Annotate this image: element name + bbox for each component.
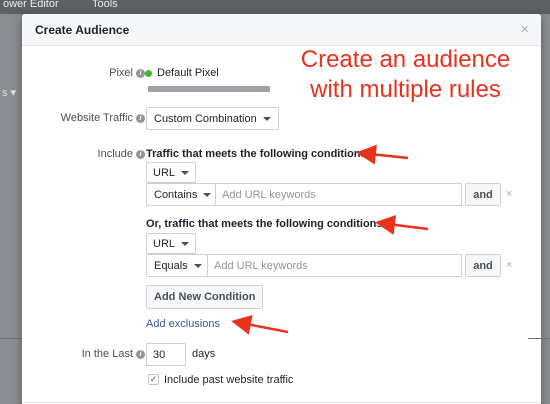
include-label: Include i	[98, 148, 145, 160]
background-toolbar: ower Editor Tools	[0, 0, 550, 14]
chevron-down-icon	[262, 116, 271, 121]
pixel-status-dot	[145, 70, 152, 77]
website-traffic-selected: Custom Combination	[154, 112, 257, 125]
info-icon[interactable]: i	[136, 69, 145, 78]
in-the-last-label: In the Last i	[82, 348, 145, 360]
rule-1-and-button[interactable]: and	[465, 183, 501, 206]
rule-1-operator-dropdown[interactable]: Contains	[146, 183, 216, 206]
chevron-down-icon	[181, 241, 190, 246]
add-new-condition-button[interactable]: Add New Condition	[146, 285, 264, 309]
annotation-line-1: Create an audience	[300, 46, 511, 73]
rule-group-1-heading: Traffic that meets the following conditi…	[146, 148, 371, 160]
bg-left-fragment: s ▾	[2, 87, 17, 99]
pixel-label: Pixel i	[109, 67, 145, 79]
chevron-down-icon	[181, 170, 190, 175]
redacted-pixel-id	[148, 86, 270, 92]
rule-group-2-heading: Or, traffic that meets the following con…	[146, 218, 387, 230]
info-icon[interactable]: i	[136, 350, 145, 359]
rule-1-url-input[interactable]: Add URL keywords	[215, 183, 462, 206]
footer-divider	[22, 402, 541, 403]
rule-2-operator-dropdown[interactable]: Equals	[146, 254, 208, 277]
bg-power-editor: ower Editor	[3, 0, 59, 10]
remove-rule-1-icon[interactable]: ×	[506, 188, 512, 200]
include-past-checkbox[interactable]: ✓	[148, 374, 159, 385]
chevron-down-icon	[203, 192, 212, 197]
add-exclusions-link[interactable]: Add exclusions	[146, 318, 220, 330]
days-unit: days	[192, 348, 216, 360]
bg-divider-right	[528, 338, 550, 339]
modal-title: Create Audience	[35, 23, 130, 37]
rule-1-field-dropdown[interactable]: URL	[146, 162, 197, 183]
annotation-text: Create an audience with multiple rules	[263, 45, 548, 105]
rule-2-field-dropdown[interactable]: URL	[146, 233, 197, 254]
rule-2-and-button[interactable]: and	[465, 254, 501, 277]
modal-header: Create Audience ×	[22, 14, 541, 46]
website-traffic-dropdown[interactable]: Custom Combination	[146, 107, 279, 130]
annotation-line-2: with multiple rules	[310, 76, 501, 103]
info-icon[interactable]: i	[136, 150, 145, 159]
include-past-label: Include past website traffic	[164, 374, 294, 386]
pixel-name: Default Pixel	[157, 67, 219, 79]
remove-rule-2-icon[interactable]: ×	[506, 259, 512, 271]
bg-tools: Tools	[92, 0, 118, 10]
bg-divider	[0, 338, 22, 339]
chevron-down-icon	[193, 263, 202, 268]
rule-2-url-input[interactable]: Add URL keywords	[207, 254, 462, 277]
info-icon[interactable]: i	[136, 114, 145, 123]
website-traffic-label: Website Traffic i	[61, 112, 145, 124]
days-input[interactable]: 30	[146, 343, 186, 366]
close-icon[interactable]: ×	[520, 21, 529, 38]
